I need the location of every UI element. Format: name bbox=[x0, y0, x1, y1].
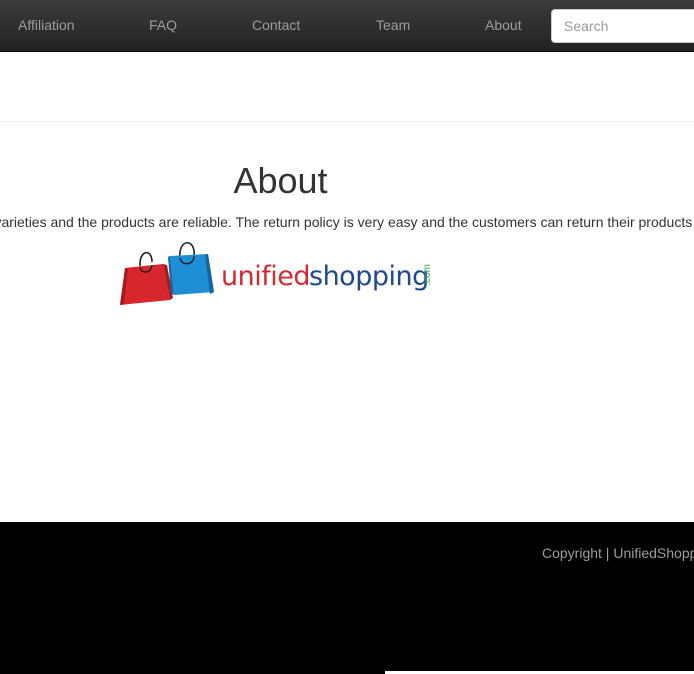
nav-link-about[interactable]: About bbox=[485, 0, 522, 51]
section-divider bbox=[0, 121, 694, 122]
logo-suffix-com: .com bbox=[422, 264, 433, 286]
search-input[interactable] bbox=[551, 9, 694, 43]
navbar: Affiliation FAQ Contact Team About bbox=[0, 0, 694, 52]
nav-link-team[interactable]: Team bbox=[376, 0, 410, 51]
red-shopping-bag-icon bbox=[120, 251, 173, 305]
blue-shopping-bag-icon bbox=[168, 241, 214, 295]
nav-link-contact[interactable]: Contact bbox=[252, 0, 300, 51]
nav-link-affiliation[interactable]: Affiliation bbox=[18, 0, 75, 51]
footer-copyright: Copyright | UnifiedShopping bbox=[542, 545, 694, 561]
about-description: y of varieties and the products are reli… bbox=[0, 214, 693, 230]
logo-word-unified: unified bbox=[221, 261, 310, 292]
about-title: About bbox=[233, 160, 328, 201]
shopping-bags-icon bbox=[120, 241, 214, 305]
page: Affiliation FAQ Contact Team About About… bbox=[0, 0, 694, 674]
nav-link-faq[interactable]: FAQ bbox=[149, 0, 177, 51]
logo-word-shopping: shopping bbox=[309, 261, 429, 292]
unified-shopping-logo: unified shopping .com bbox=[118, 238, 442, 310]
footer: Copyright | UnifiedShopping bbox=[0, 522, 694, 674]
